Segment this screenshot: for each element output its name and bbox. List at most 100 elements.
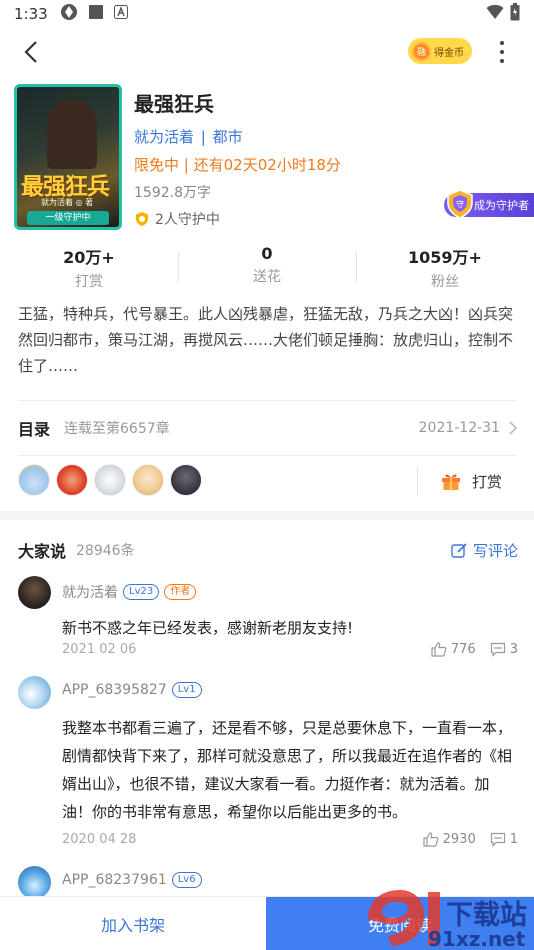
add-to-shelf-label: 加入书架 bbox=[100, 916, 165, 935]
reward-label: 打赏 bbox=[472, 472, 503, 491]
comment-date: 2021 02 06 bbox=[62, 642, 137, 657]
catalog-row[interactable]: 目录 连载至第6657章 2021-12-31 bbox=[18, 415, 518, 441]
divider bbox=[18, 455, 516, 456]
svg-text:守: 守 bbox=[456, 199, 464, 209]
stat-label: 粉丝 bbox=[431, 274, 459, 290]
free-label: 限免中 bbox=[134, 156, 180, 174]
wifi-icon bbox=[486, 4, 504, 24]
comment-username[interactable]: 就为活着 bbox=[62, 582, 118, 602]
fan-avatars bbox=[18, 464, 202, 500]
catalog-date: 2021-12-31 bbox=[418, 420, 500, 436]
like-button[interactable]: 2930 bbox=[423, 832, 476, 847]
section-gap bbox=[0, 511, 534, 520]
thumbs-up-icon bbox=[423, 832, 439, 847]
comments-header: 大家说 28946条 写评论 bbox=[18, 538, 518, 562]
watermark-domain: 91xz.net bbox=[428, 927, 526, 950]
fan-avatar[interactable] bbox=[94, 464, 126, 496]
comment-meta: 2020 04 28 2930 1 bbox=[62, 832, 518, 847]
divider bbox=[18, 400, 516, 401]
more-dot-icon bbox=[500, 49, 504, 54]
book-title: 最强狂兵 bbox=[134, 92, 214, 116]
book-stats: 20万+ 打赏 0 送花 1059万+ 粉丝 bbox=[0, 244, 534, 290]
fan-avatar[interactable] bbox=[132, 464, 164, 496]
comments-count: 28946条 bbox=[76, 543, 135, 559]
comment-item[interactable]: APP_68395827 Lv1 我整本书都看三遍了，还是看不够，只是总要休息下… bbox=[18, 676, 518, 852]
more-options-button[interactable] bbox=[494, 38, 510, 66]
book-author-link[interactable]: 就为活着 bbox=[134, 128, 194, 146]
status-bar: 1:33 bbox=[0, 0, 534, 28]
cover-figure bbox=[47, 99, 97, 169]
stat-reward[interactable]: 20万+ 打赏 bbox=[0, 244, 178, 290]
fan-avatar[interactable] bbox=[18, 464, 50, 496]
author-badge: 作者 bbox=[164, 584, 197, 600]
guard-count: 2人守护中 bbox=[134, 209, 220, 229]
comment-username[interactable]: APP_68395827 bbox=[62, 682, 167, 698]
avatar[interactable] bbox=[18, 576, 51, 609]
free-period: 限免中 | 还有02天02小时18分 bbox=[134, 154, 341, 175]
like-count: 2930 bbox=[442, 832, 476, 847]
cover-author: 就为活着 ◎ 著 bbox=[41, 198, 94, 207]
word-count: 1592.8万字 bbox=[134, 185, 211, 201]
reply-button[interactable]: 1 bbox=[490, 832, 518, 847]
book-author-category: 就为活着 | 都市 bbox=[134, 126, 243, 147]
back-arrow-icon bbox=[24, 41, 37, 63]
level-badge: Lv1 bbox=[171, 682, 202, 698]
comment-meta: 2021 02 06 776 3 bbox=[62, 642, 518, 657]
book-cover[interactable]: 最强狂兵 就为活着 ◎ 著 一级守护中 bbox=[14, 84, 122, 230]
comment-text: 我整本书都看三遍了，还是看不够，只是总要休息下，一直看一本，剧情都快背下来了，那… bbox=[62, 719, 513, 821]
stat-label: 打赏 bbox=[75, 274, 103, 290]
status-time: 1:33 bbox=[14, 5, 48, 23]
like-button[interactable]: 776 bbox=[431, 642, 476, 657]
battery-icon bbox=[510, 3, 520, 25]
site-watermark: 下载站 91xz.net bbox=[368, 890, 527, 950]
cover-title: 最强狂兵 bbox=[21, 174, 110, 200]
earn-coins-button[interactable]: 融 得金币 bbox=[408, 38, 472, 64]
comment-bubble-icon bbox=[490, 642, 505, 657]
book-description[interactable]: 王猛，特种兵，代号暴王。此人凶残暴虐，狂猛无敌，乃兵之大凶！凶兵突然回归都市，策… bbox=[18, 301, 518, 379]
level-badge: Lv23 bbox=[123, 584, 160, 600]
stat-fans[interactable]: 1059万+ 粉丝 bbox=[356, 244, 534, 290]
fan-avatar[interactable] bbox=[56, 464, 88, 496]
back-button[interactable] bbox=[18, 38, 46, 66]
comment-user-row: APP_68395827 Lv1 bbox=[62, 682, 202, 698]
avatar[interactable] bbox=[18, 676, 51, 709]
chevron-right-icon bbox=[509, 421, 518, 435]
avatar[interactable] bbox=[18, 866, 51, 899]
top-bar: 融 得金币 bbox=[0, 30, 534, 74]
comment-bubble-icon bbox=[490, 832, 505, 847]
reply-button[interactable]: 3 bbox=[490, 642, 518, 657]
more-dot-icon bbox=[500, 59, 504, 64]
add-to-shelf-button[interactable]: 加入书架 bbox=[0, 897, 266, 950]
level-badge: Lv6 bbox=[171, 872, 202, 888]
thumbs-up-icon bbox=[431, 642, 447, 657]
comments-title: 大家说 bbox=[18, 542, 67, 561]
comment-user-row: 就为活着 Lv23 作者 bbox=[62, 582, 197, 602]
app-notification-icon bbox=[60, 3, 78, 25]
guard-count-label: 2人守护中 bbox=[155, 212, 220, 228]
stat-value: 20万+ bbox=[63, 248, 115, 267]
reply-count: 3 bbox=[509, 642, 518, 657]
stat-value: 0 bbox=[261, 244, 273, 263]
stat-flowers[interactable]: 0 送花 bbox=[178, 244, 356, 290]
catalog-title: 目录 bbox=[18, 420, 51, 439]
comment-date: 2020 04 28 bbox=[62, 832, 137, 847]
book-category-link[interactable]: 都市 bbox=[213, 128, 243, 146]
coin-icon: 融 bbox=[412, 41, 431, 61]
write-comment-button[interactable]: 写评论 bbox=[451, 540, 518, 561]
comment-item[interactable]: 就为活着 Lv23 作者 新书不惑之年已经发表，感谢新老朋友支持! 2021 0… bbox=[18, 576, 518, 662]
catalog-status: 连载至第6657章 bbox=[64, 421, 170, 437]
divider bbox=[417, 466, 418, 496]
guard-shield-icon bbox=[136, 212, 148, 226]
comment-text: 新书不惑之年已经发表，感谢新老朋友支持! bbox=[62, 619, 354, 637]
cover-guard-badge: 一级守护中 bbox=[27, 211, 109, 225]
comment-username[interactable]: APP_68237961 bbox=[62, 872, 167, 888]
reward-button[interactable]: 打赏 bbox=[440, 470, 502, 492]
fan-avatar[interactable] bbox=[170, 464, 202, 496]
free-remaining: 还有02天02小时18分 bbox=[193, 156, 341, 174]
like-count: 776 bbox=[450, 642, 476, 657]
write-comment-label: 写评论 bbox=[472, 541, 518, 560]
become-guardian-button[interactable]: 守 成为守护者 bbox=[444, 189, 534, 219]
separator: | bbox=[200, 128, 206, 146]
edit-icon bbox=[451, 542, 467, 558]
a-notification-icon bbox=[113, 5, 128, 23]
